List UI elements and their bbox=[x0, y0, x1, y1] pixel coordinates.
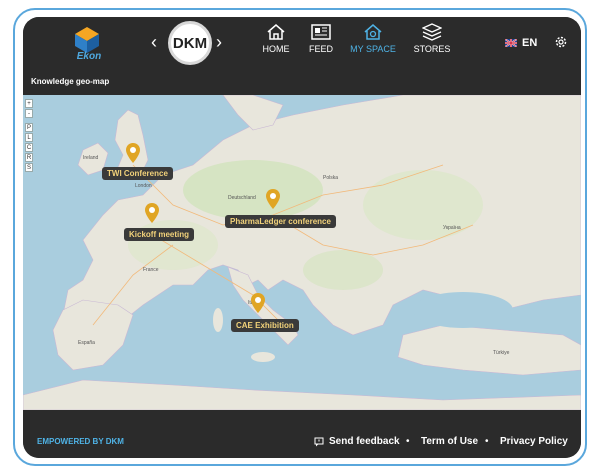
map-place-france: France bbox=[143, 267, 159, 273]
geo-map[interactable]: Ireland London France Italia Deutschland… bbox=[23, 95, 581, 410]
nav-feed-label: FEED bbox=[308, 44, 333, 54]
nav-stores[interactable]: STORES bbox=[402, 23, 462, 54]
language-selector[interactable]: EN bbox=[522, 37, 537, 49]
map-tool-button[interactable]: R bbox=[25, 153, 33, 162]
chevron-left-icon[interactable]: ‹ bbox=[151, 32, 157, 52]
map-place-turkiye: Türkiye bbox=[493, 350, 510, 356]
map-base bbox=[23, 95, 581, 410]
map-zoom-out-button[interactable]: - bbox=[25, 109, 33, 118]
app-window: Ekon ‹ DKM › HOME FEED MY SPACE STORES E… bbox=[23, 17, 581, 458]
map-place-london: London bbox=[135, 183, 152, 189]
map-place-ukraine: Україна bbox=[443, 225, 461, 231]
event-label-twi-conference[interactable]: TWI Conference bbox=[102, 167, 173, 180]
nav-my-space-label: MY SPACE bbox=[350, 44, 396, 54]
map-place-ireland: Ireland bbox=[83, 155, 99, 161]
myspace-icon bbox=[364, 24, 382, 40]
nav-my-space[interactable]: MY SPACE bbox=[343, 23, 403, 54]
top-header: Ekon ‹ DKM › HOME FEED MY SPACE STORES E… bbox=[23, 17, 581, 71]
map-pin-icon[interactable] bbox=[266, 189, 280, 209]
gear-icon[interactable] bbox=[554, 35, 568, 49]
nav-stores-label: STORES bbox=[413, 44, 451, 54]
nav-feed[interactable]: FEED bbox=[291, 23, 351, 54]
footer: EMPOWERED BY DKM Send feedback • Term of… bbox=[23, 410, 581, 458]
map-tool-button[interactable]: P bbox=[25, 123, 33, 132]
page-title: Knowledge geo-map bbox=[31, 77, 110, 86]
feedback-icon[interactable] bbox=[314, 437, 324, 447]
nav-home-label: HOME bbox=[262, 44, 290, 54]
logo-text: Ekon bbox=[76, 51, 102, 62]
home-icon bbox=[267, 24, 285, 40]
chevron-right-icon[interactable]: › bbox=[216, 32, 222, 52]
map-place-espana: España bbox=[78, 340, 95, 346]
subheader-bar: Knowledge geo-map bbox=[23, 71, 581, 95]
send-feedback-link[interactable]: Send feedback bbox=[329, 436, 400, 447]
map-tool-button[interactable]: S bbox=[25, 163, 33, 172]
privacy-policy-link[interactable]: Privacy Policy bbox=[500, 436, 568, 447]
event-label-pharmaledger-conference[interactable]: PharmaLedger conference bbox=[225, 215, 336, 228]
powered-by-text: EMPOWERED BY DKM bbox=[37, 437, 124, 446]
map-pin-icon[interactable] bbox=[251, 293, 265, 313]
dkm-badge[interactable]: DKM bbox=[168, 21, 212, 65]
event-label-cae-exhibition[interactable]: CAE Exhibition bbox=[231, 319, 299, 332]
map-pin-icon[interactable] bbox=[126, 143, 140, 163]
newspaper-icon bbox=[311, 24, 331, 40]
uk-flag-icon bbox=[505, 39, 517, 47]
map-tool-button[interactable]: L bbox=[25, 133, 33, 142]
layers-icon bbox=[422, 23, 442, 41]
map-tool-button[interactable]: C bbox=[25, 143, 33, 152]
event-label-kickoff-meeting[interactable]: Kickoff meeting bbox=[124, 228, 195, 241]
footer-separator: • bbox=[406, 436, 410, 447]
footer-separator: • bbox=[485, 436, 489, 447]
terms-of-use-link[interactable]: Term of Use bbox=[421, 436, 478, 447]
map-place-deutschland: Deutschland bbox=[228, 195, 256, 201]
map-zoom-in-button[interactable]: + bbox=[25, 99, 33, 108]
map-pin-icon[interactable] bbox=[145, 203, 159, 223]
map-place-polska: Polska bbox=[323, 175, 339, 181]
